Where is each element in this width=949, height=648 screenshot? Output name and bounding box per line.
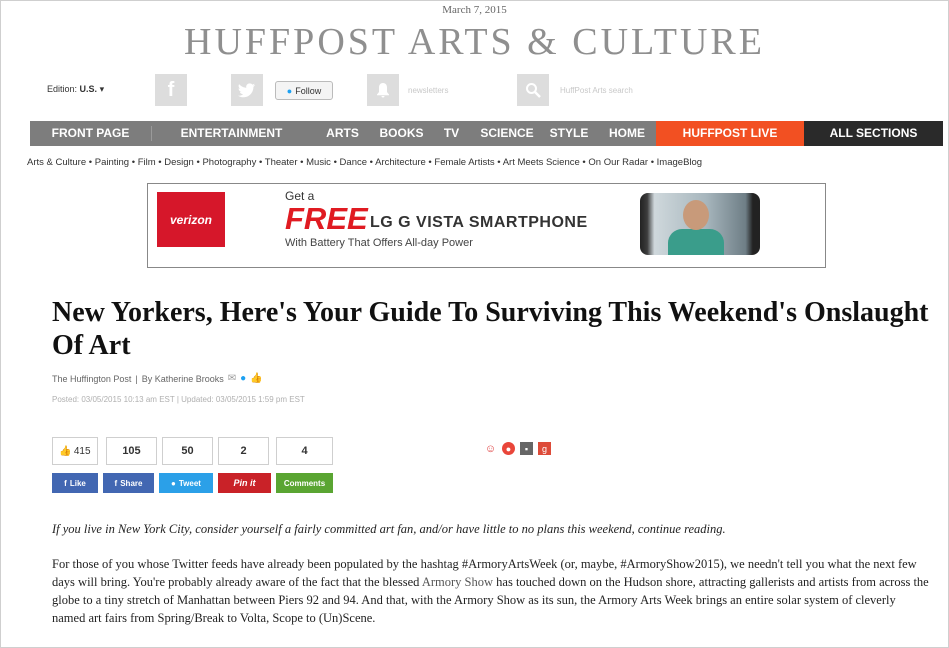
twitter-bird-icon: ● — [286, 85, 293, 96]
nav-item-huffpost-live[interactable]: HUFFPOST LIVE — [656, 121, 804, 146]
subnav-item[interactable]: Art Meets Science — [503, 157, 580, 168]
facebook-share-button[interactable]: f Share — [103, 473, 154, 493]
pin-label: Pin it — [233, 478, 256, 488]
nav-item-arts[interactable]: ARTS — [311, 121, 374, 146]
page-date: March 7, 2015 — [442, 4, 507, 16]
tweet-label: Tweet — [178, 478, 201, 488]
search-input[interactable]: HuffPost Arts search — [560, 86, 633, 95]
subnav-separator: • — [256, 157, 265, 168]
ad-free-text: FREE — [285, 201, 368, 236]
comment-count: 4 — [276, 437, 333, 465]
subnav-item[interactable]: Dance — [340, 157, 367, 168]
pin-count: 2 — [218, 437, 269, 465]
subnav-separator: • — [129, 157, 138, 168]
subnav-separator: • — [494, 157, 503, 168]
masthead-logo[interactable]: HUFFPOST ARTS & CULTURE — [0, 20, 949, 64]
facebook-icon: f — [114, 478, 118, 488]
subnav-separator: • — [330, 157, 340, 168]
byline-author[interactable]: By Katherine Brooks — [142, 374, 224, 384]
thumbs-up-icon: 👍 — [59, 445, 72, 457]
newsletter-text: newsletters — [408, 86, 449, 95]
subnav-item[interactable]: ImageBlog — [657, 157, 702, 168]
share-label: Share — [120, 478, 143, 488]
article-body: For those of you whose Twitter feeds hav… — [52, 555, 932, 627]
ad-phone-image — [640, 193, 760, 255]
subnav-separator: • — [297, 157, 307, 168]
comments-button[interactable]: Comments — [276, 473, 333, 493]
ad-phone-name: LG G VISTA SMARTPHONE — [370, 214, 588, 231]
like-count-box[interactable]: 👍 415 — [52, 437, 98, 465]
subnav-item[interactable]: Design — [164, 157, 194, 168]
nav-item-science[interactable]: SCIENCE — [474, 121, 540, 146]
comments-label: Comments — [283, 478, 326, 488]
tweet-count: 50 — [162, 437, 213, 465]
subnav-item[interactable]: Theater — [265, 157, 298, 168]
subnav-item[interactable]: Photography — [202, 157, 256, 168]
extra-share-icons: ☺ ● ▪ g — [484, 442, 551, 455]
follow-label: Follow — [295, 85, 322, 96]
posted-time: Posted: 03/05/2015 10:13 am EST — [52, 395, 175, 404]
subnav-separator: • — [155, 157, 165, 168]
twitter-bird-icon: ● — [171, 478, 176, 488]
article-lede: If you live in New York City, consider y… — [52, 522, 726, 536]
author-like-icon[interactable]: 👍 — [250, 373, 262, 384]
byline: The Huffington Post | By Katherine Brook… — [52, 373, 263, 384]
nav-item-entertainment[interactable]: ENTERTAINMENT — [152, 121, 311, 146]
nav-item-tv[interactable]: TV — [429, 121, 474, 146]
edition-value: U.S. — [79, 84, 98, 94]
like-label: Like — [69, 478, 86, 488]
ad-person-face — [683, 200, 709, 230]
stumbleupon-icon[interactable]: ● — [502, 442, 515, 455]
nav-item-front-page[interactable]: FRONT PAGE — [30, 121, 151, 146]
subnav-item[interactable]: Female Artists — [434, 157, 494, 168]
edition-selector[interactable]: Edition: U.S. ▾ — [47, 84, 104, 95]
byline-source[interactable]: The Huffington Post — [52, 374, 131, 384]
ad-brand-logo: verizon — [157, 192, 225, 247]
post-timestamps: Posted: 03/05/2015 10:13 am EST | Update… — [52, 395, 305, 404]
facebook-like-button[interactable]: f Like — [52, 473, 98, 493]
nav-item-all-sections[interactable]: ALL SECTIONS — [804, 121, 943, 146]
email-icon[interactable]: ✉ — [228, 373, 236, 384]
newsletter-icon[interactable] — [367, 74, 399, 106]
nav-item-home[interactable]: HOME — [598, 121, 656, 146]
nav-item-style[interactable]: STYLE — [540, 121, 598, 146]
utility-bar: Edition: U.S. ▾ f ● Follow newsletters H… — [0, 72, 949, 108]
twitter-icon[interactable] — [231, 74, 263, 106]
reddit-icon[interactable]: ☺ — [484, 442, 497, 455]
subnav-item[interactable]: On Our Radar — [588, 157, 648, 168]
facebook-glyph: f — [167, 78, 175, 101]
subnav-item[interactable]: Painting — [95, 157, 129, 168]
byline-divider: | — [135, 373, 138, 384]
chevron-down-icon: ▾ — [99, 84, 105, 94]
main-nav: FRONT PAGE ENTERTAINMENT ARTS BOOKS TV S… — [30, 121, 943, 146]
google-plus-icon[interactable]: g — [538, 442, 551, 455]
subnav-item[interactable]: Architecture — [375, 157, 426, 168]
author-twitter-icon[interactable]: ● — [240, 373, 246, 384]
subnav-item[interactable]: Music — [306, 157, 331, 168]
armory-show-link[interactable]: Armory Show — [422, 575, 493, 589]
linkedin-icon[interactable]: ▪ — [520, 442, 533, 455]
facebook-icon[interactable]: f — [155, 74, 187, 106]
search-icon[interactable] — [517, 74, 549, 106]
facebook-share-count: 105 — [106, 437, 157, 465]
ad-person-shirt — [668, 229, 724, 255]
subnav-separator: • — [648, 157, 657, 168]
ad-tagline: With Battery That Offers All-day Power — [285, 237, 473, 249]
subnav: Arts & Culture • Painting • Film • Desig… — [27, 157, 942, 168]
advertisement-banner[interactable]: verizon Get a FREE LG G VISTA SMARTPHONE… — [147, 183, 826, 268]
tweet-button[interactable]: ● Tweet — [159, 473, 213, 493]
twitter-follow-button[interactable]: ● Follow — [275, 81, 333, 100]
subnav-item[interactable]: Film — [138, 157, 156, 168]
subnav-separator: • — [86, 157, 95, 168]
nav-item-books[interactable]: BOOKS — [374, 121, 429, 146]
edition-label: Edition: — [47, 84, 78, 94]
updated-time: Updated: 03/05/2015 1:59 pm EST — [181, 395, 305, 404]
article-headline: New Yorkers, Here's Your Guide To Surviv… — [52, 297, 929, 361]
like-count: 415 — [73, 445, 91, 457]
pinterest-button[interactable]: Pin it — [218, 473, 271, 493]
facebook-icon: f — [64, 478, 67, 488]
subnav-separator: • — [367, 157, 376, 168]
subnav-item[interactable]: Arts & Culture — [27, 157, 86, 168]
